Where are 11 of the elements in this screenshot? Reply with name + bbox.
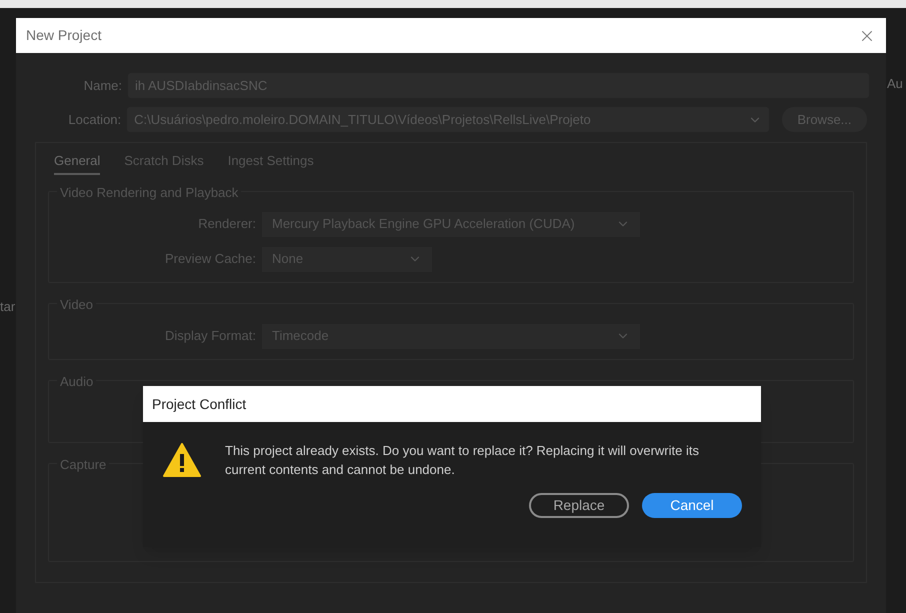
cancel-button[interactable]: Cancel	[642, 493, 742, 518]
dialog-message: This project already exists. Do you want to replace it? Replacing it will overwrite its current contents and cannot be undone.	[225, 442, 700, 479]
field-label: Location:	[67, 110, 122, 129]
replace-button[interactable]: Replace	[529, 493, 629, 518]
dialog-title: Project Conflict	[152, 394, 246, 414]
background-text: tar	[0, 298, 16, 316]
field-label: Name:	[82, 76, 122, 95]
background-text: Au	[887, 75, 903, 93]
tab[interactable]: General	[54, 151, 100, 174]
window-title: New Project	[26, 26, 102, 45]
warning-icon	[163, 443, 201, 477]
